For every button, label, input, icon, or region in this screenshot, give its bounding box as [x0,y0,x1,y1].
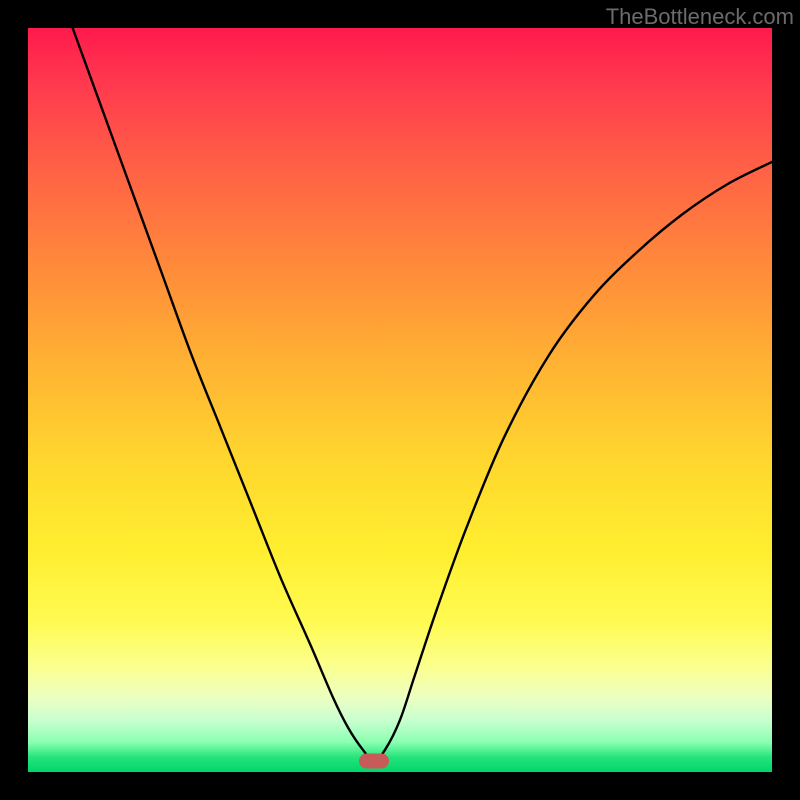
bottleneck-curve [73,28,772,761]
watermark-text: TheBottleneck.com [606,4,794,30]
chart-frame: TheBottleneck.com [0,0,800,800]
optimal-marker [359,753,389,768]
curve-svg [28,28,772,772]
plot-area [28,28,772,772]
